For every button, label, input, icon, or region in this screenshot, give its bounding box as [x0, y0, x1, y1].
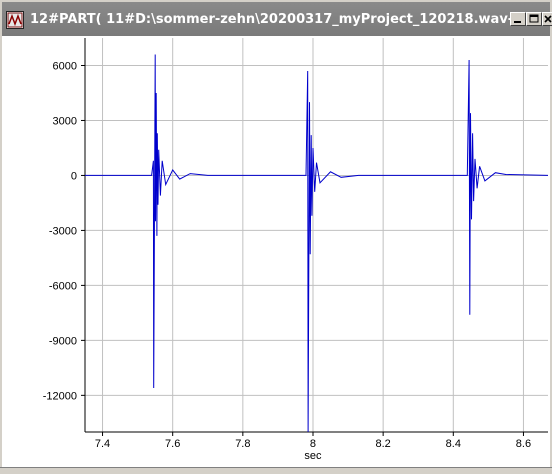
x-tick-label: 7.4	[95, 438, 110, 450]
x-tick-label: 8	[310, 438, 316, 450]
waveform-series-line	[85, 54, 549, 433]
x-tick-label: 8.2	[375, 438, 390, 450]
maximize-button[interactable]	[526, 12, 542, 26]
x-tick-label: 8.4	[446, 438, 461, 450]
x-tick-label: 8.6	[516, 438, 531, 450]
maximize-icon	[529, 14, 539, 23]
close-icon	[544, 15, 552, 23]
y-tick-label: -12000	[43, 390, 77, 402]
x-tick-label: 7.6	[165, 438, 180, 450]
window-title: 12#PART( 11#D:\sommer-zehn\20200317_myPr…	[30, 12, 529, 27]
close-button[interactable]	[542, 12, 552, 26]
waveform-chart[interactable]: 7.4 7.6 7.8 8 8.2 8.4 8.6 6000 3000 0 -3000 -6000 -9…	[2, 36, 550, 467]
y-tick-label: 3000	[53, 115, 77, 127]
minimize-icon	[514, 21, 521, 23]
app-icon[interactable]	[6, 11, 24, 29]
y-tick-label: -3000	[49, 225, 77, 237]
title-bar[interactable]: 12#PART( 11#D:\sommer-zehn\20200317_myPr…	[2, 2, 552, 36]
x-tick-label: 7.8	[235, 438, 250, 450]
x-axis-label: sec	[304, 450, 322, 462]
waveform-app-icon	[7, 12, 23, 28]
y-tick-label: 0	[71, 170, 77, 182]
app-window: 12#PART( 11#D:\sommer-zehn\20200317_myPr…	[0, 0, 552, 474]
y-tick-label: 6000	[53, 60, 77, 72]
y-tick-label: -9000	[49, 335, 77, 347]
y-tick-label: -6000	[49, 280, 77, 292]
plot-area[interactable]: 7.4 7.6 7.8 8 8.2 8.4 8.6 6000 3000 0 -3000 -6000 -9…	[2, 36, 550, 467]
minimize-button[interactable]	[510, 12, 526, 26]
